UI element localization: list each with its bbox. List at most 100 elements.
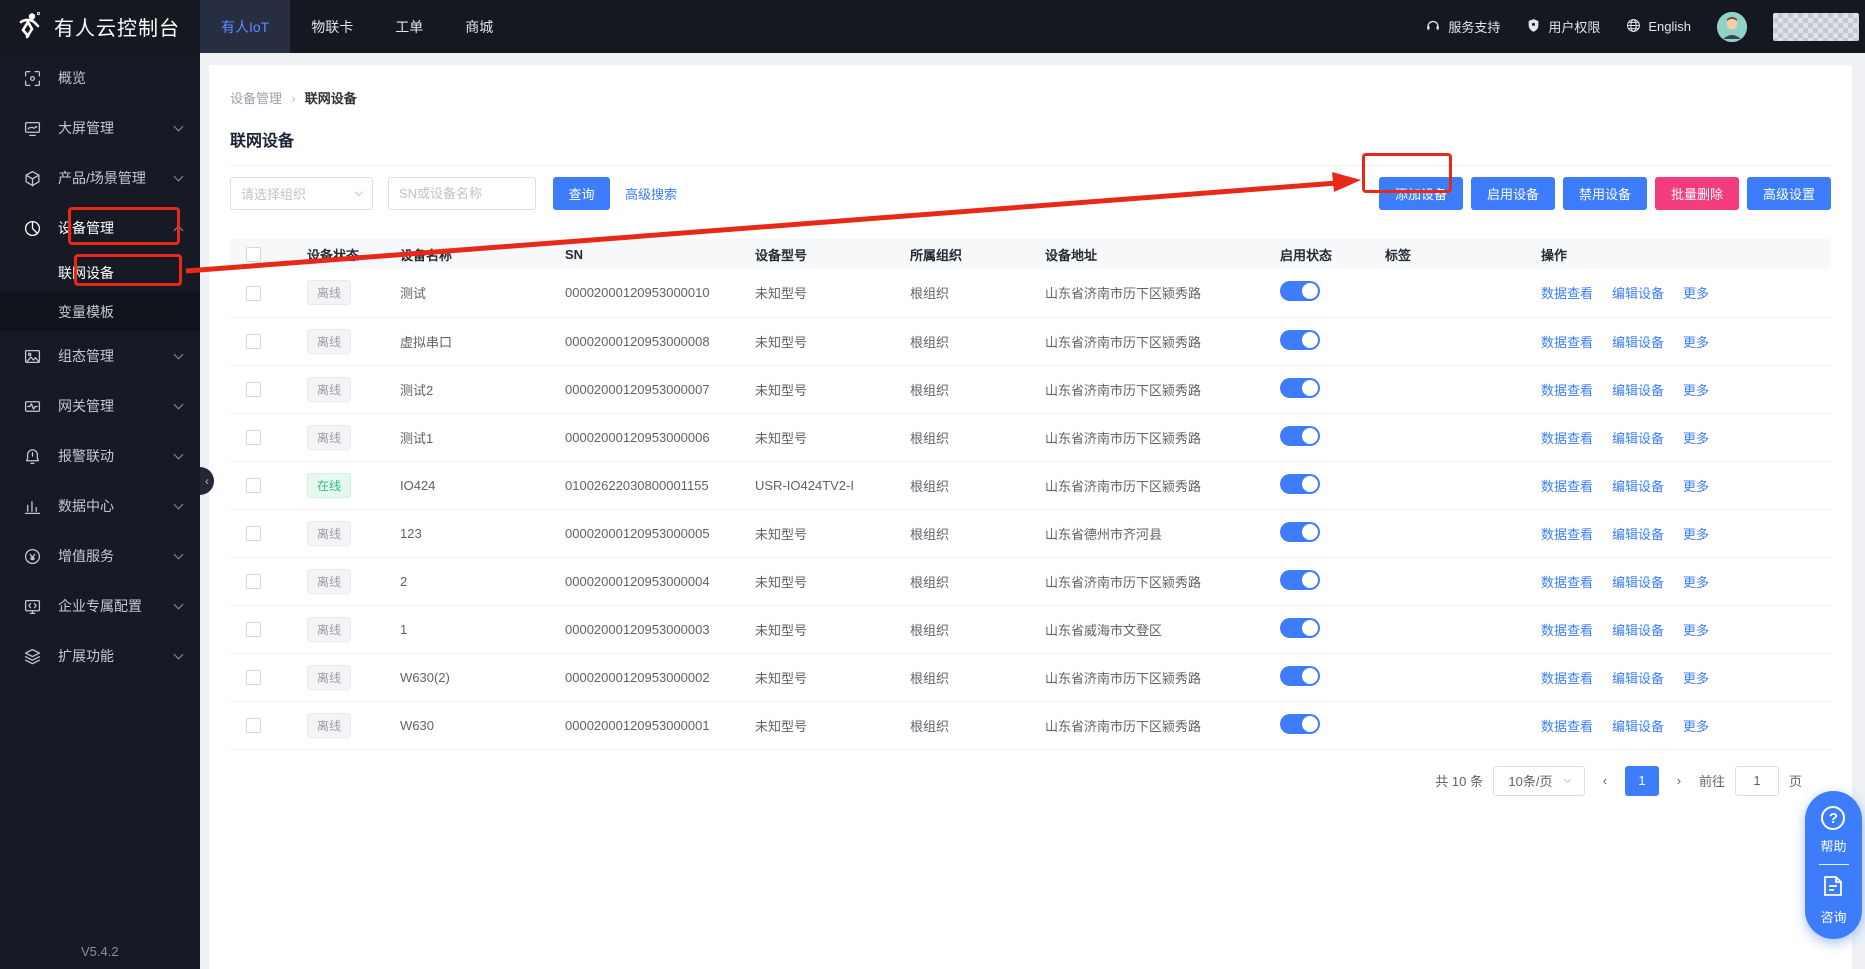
enable-toggle[interactable]	[1280, 330, 1320, 350]
user-permissions-button[interactable]: 用户权限	[1526, 17, 1600, 36]
edit-device-link[interactable]: 编辑设备	[1612, 286, 1664, 301]
sidebar-item-网关管理[interactable]: 网关管理	[0, 381, 200, 431]
enable-toggle[interactable]	[1280, 426, 1320, 446]
language-switch[interactable]: English	[1626, 18, 1691, 36]
edit-device-link[interactable]: 编辑设备	[1612, 479, 1664, 494]
row-checkbox[interactable]	[246, 430, 261, 445]
search-input[interactable]	[388, 177, 536, 210]
sidebar-item-label: 概览	[58, 68, 182, 88]
row-checkbox[interactable]	[246, 574, 261, 589]
edit-device-link[interactable]: 编辑设备	[1612, 719, 1664, 734]
top-tabs: 有人IoT物联卡工单商城	[200, 0, 514, 53]
advanced-settings-button[interactable]: 高级设置	[1747, 177, 1831, 210]
disable-device-button[interactable]: 禁用设备	[1563, 177, 1647, 210]
data-view-link[interactable]: 数据查看	[1541, 431, 1593, 446]
advanced-search-link[interactable]: 高级搜索	[625, 184, 677, 203]
edit-device-link[interactable]: 编辑设备	[1612, 383, 1664, 398]
row-checkbox[interactable]	[246, 718, 261, 733]
row-checkbox[interactable]	[246, 478, 261, 493]
device-org-cell: 根组织	[910, 413, 1045, 461]
enable-toggle[interactable]	[1280, 522, 1320, 542]
data-view-link[interactable]: 数据查看	[1541, 527, 1593, 542]
device-tag-cell	[1385, 701, 1541, 749]
sidebar-item-设备管理[interactable]: 设备管理	[0, 203, 200, 253]
row-checkbox[interactable]	[246, 526, 261, 541]
sidebar-item-扩展功能[interactable]: 扩展功能	[0, 631, 200, 681]
breadcrumb-parent[interactable]: 设备管理	[230, 88, 282, 107]
sidebar-item-概览[interactable]: 概览	[0, 53, 200, 103]
enable-toggle[interactable]	[1280, 570, 1320, 590]
service-support-button[interactable]: 服务支持	[1425, 17, 1500, 36]
row-checkbox[interactable]	[246, 382, 261, 397]
edit-device-link[interactable]: 编辑设备	[1612, 671, 1664, 686]
device-model-cell: 未知型号	[755, 653, 910, 701]
enable-device-button[interactable]: 启用设备	[1471, 177, 1555, 210]
prev-page-button[interactable]: ‹	[1595, 773, 1615, 788]
data-view-link[interactable]: 数据查看	[1541, 383, 1593, 398]
edit-device-link[interactable]: 编辑设备	[1612, 431, 1664, 446]
sidebar-subitem-联网设备[interactable]: 联网设备	[0, 253, 200, 292]
more-link[interactable]: 更多	[1683, 719, 1709, 734]
select-all-checkbox[interactable]	[246, 247, 261, 262]
add-device-button[interactable]: 添加设备	[1379, 177, 1463, 210]
sidebar-item-企业专属配置[interactable]: 企业专属配置	[0, 581, 200, 631]
more-link[interactable]: 更多	[1683, 527, 1709, 542]
current-page-button[interactable]: 1	[1625, 766, 1659, 796]
data-view-link[interactable]: 数据查看	[1541, 335, 1593, 350]
data-view-link[interactable]: 数据查看	[1541, 671, 1593, 686]
enable-toggle[interactable]	[1280, 666, 1320, 686]
consult-button[interactable]: 咨询	[1820, 874, 1846, 926]
row-checkbox[interactable]	[246, 670, 261, 685]
breadcrumb: 设备管理 › 联网设备	[209, 65, 1852, 107]
language-label: English	[1648, 19, 1691, 34]
data-view-link[interactable]: 数据查看	[1541, 719, 1593, 734]
data-view-link[interactable]: 数据查看	[1541, 575, 1593, 590]
page-size-select[interactable]: 10条/页	[1493, 766, 1585, 796]
top-tab-有人IoT[interactable]: 有人IoT	[200, 0, 290, 53]
organization-select[interactable]: 请选择组织	[230, 177, 373, 210]
query-button[interactable]: 查询	[553, 177, 610, 210]
row-checkbox[interactable]	[246, 286, 261, 301]
more-link[interactable]: 更多	[1683, 431, 1709, 446]
edit-device-link[interactable]: 编辑设备	[1612, 335, 1664, 350]
sidebar-item-产品/场景管理[interactable]: 产品/场景管理	[0, 153, 200, 203]
sidebar-item-数据中心[interactable]: 数据中心	[0, 481, 200, 531]
sidebar-item-增值服务[interactable]: 增值服务	[0, 531, 200, 581]
enable-toggle[interactable]	[1280, 618, 1320, 638]
enable-toggle[interactable]	[1280, 378, 1320, 398]
sidebar-item-大屏管理[interactable]: 大屏管理	[0, 103, 200, 153]
row-checkbox[interactable]	[246, 622, 261, 637]
enable-toggle[interactable]	[1280, 474, 1320, 494]
edit-device-link[interactable]: 编辑设备	[1612, 623, 1664, 638]
more-link[interactable]: 更多	[1683, 671, 1709, 686]
user-avatar[interactable]	[1717, 12, 1747, 42]
top-tab-工单[interactable]: 工单	[374, 0, 444, 53]
help-button[interactable]: ? 帮助	[1820, 806, 1846, 855]
more-link[interactable]: 更多	[1683, 623, 1709, 638]
next-page-button[interactable]: ›	[1669, 773, 1689, 788]
batch-delete-button[interactable]: 批量删除	[1655, 177, 1739, 210]
goto-page-input[interactable]	[1735, 766, 1779, 796]
data-view-link[interactable]: 数据查看	[1541, 286, 1593, 301]
sidebar-item-报警联动[interactable]: 报警联动	[0, 431, 200, 481]
top-tab-商城[interactable]: 商城	[444, 0, 514, 53]
more-link[interactable]: 更多	[1683, 575, 1709, 590]
more-link[interactable]: 更多	[1683, 479, 1709, 494]
data-view-link[interactable]: 数据查看	[1541, 479, 1593, 494]
enable-toggle[interactable]	[1280, 714, 1320, 734]
row-checkbox[interactable]	[246, 334, 261, 349]
sidebar-item-组态管理[interactable]: 组态管理	[0, 331, 200, 381]
sidebar-item-label: 企业专属配置	[58, 596, 175, 616]
edit-device-link[interactable]: 编辑设备	[1612, 575, 1664, 590]
sidebar-item-label: 报警联动	[58, 446, 175, 466]
app-title: 有人云控制台	[54, 12, 180, 41]
edit-device-link[interactable]: 编辑设备	[1612, 527, 1664, 542]
more-link[interactable]: 更多	[1683, 286, 1709, 301]
more-link[interactable]: 更多	[1683, 335, 1709, 350]
enable-toggle[interactable]	[1280, 281, 1320, 301]
sidebar-menu: 概览大屏管理产品/场景管理设备管理联网设备变量模板组态管理网关管理报警联动数据中…	[0, 53, 200, 681]
more-link[interactable]: 更多	[1683, 383, 1709, 398]
data-view-link[interactable]: 数据查看	[1541, 623, 1593, 638]
sidebar-subitem-变量模板[interactable]: 变量模板	[0, 292, 200, 331]
top-tab-物联卡[interactable]: 物联卡	[290, 0, 374, 53]
